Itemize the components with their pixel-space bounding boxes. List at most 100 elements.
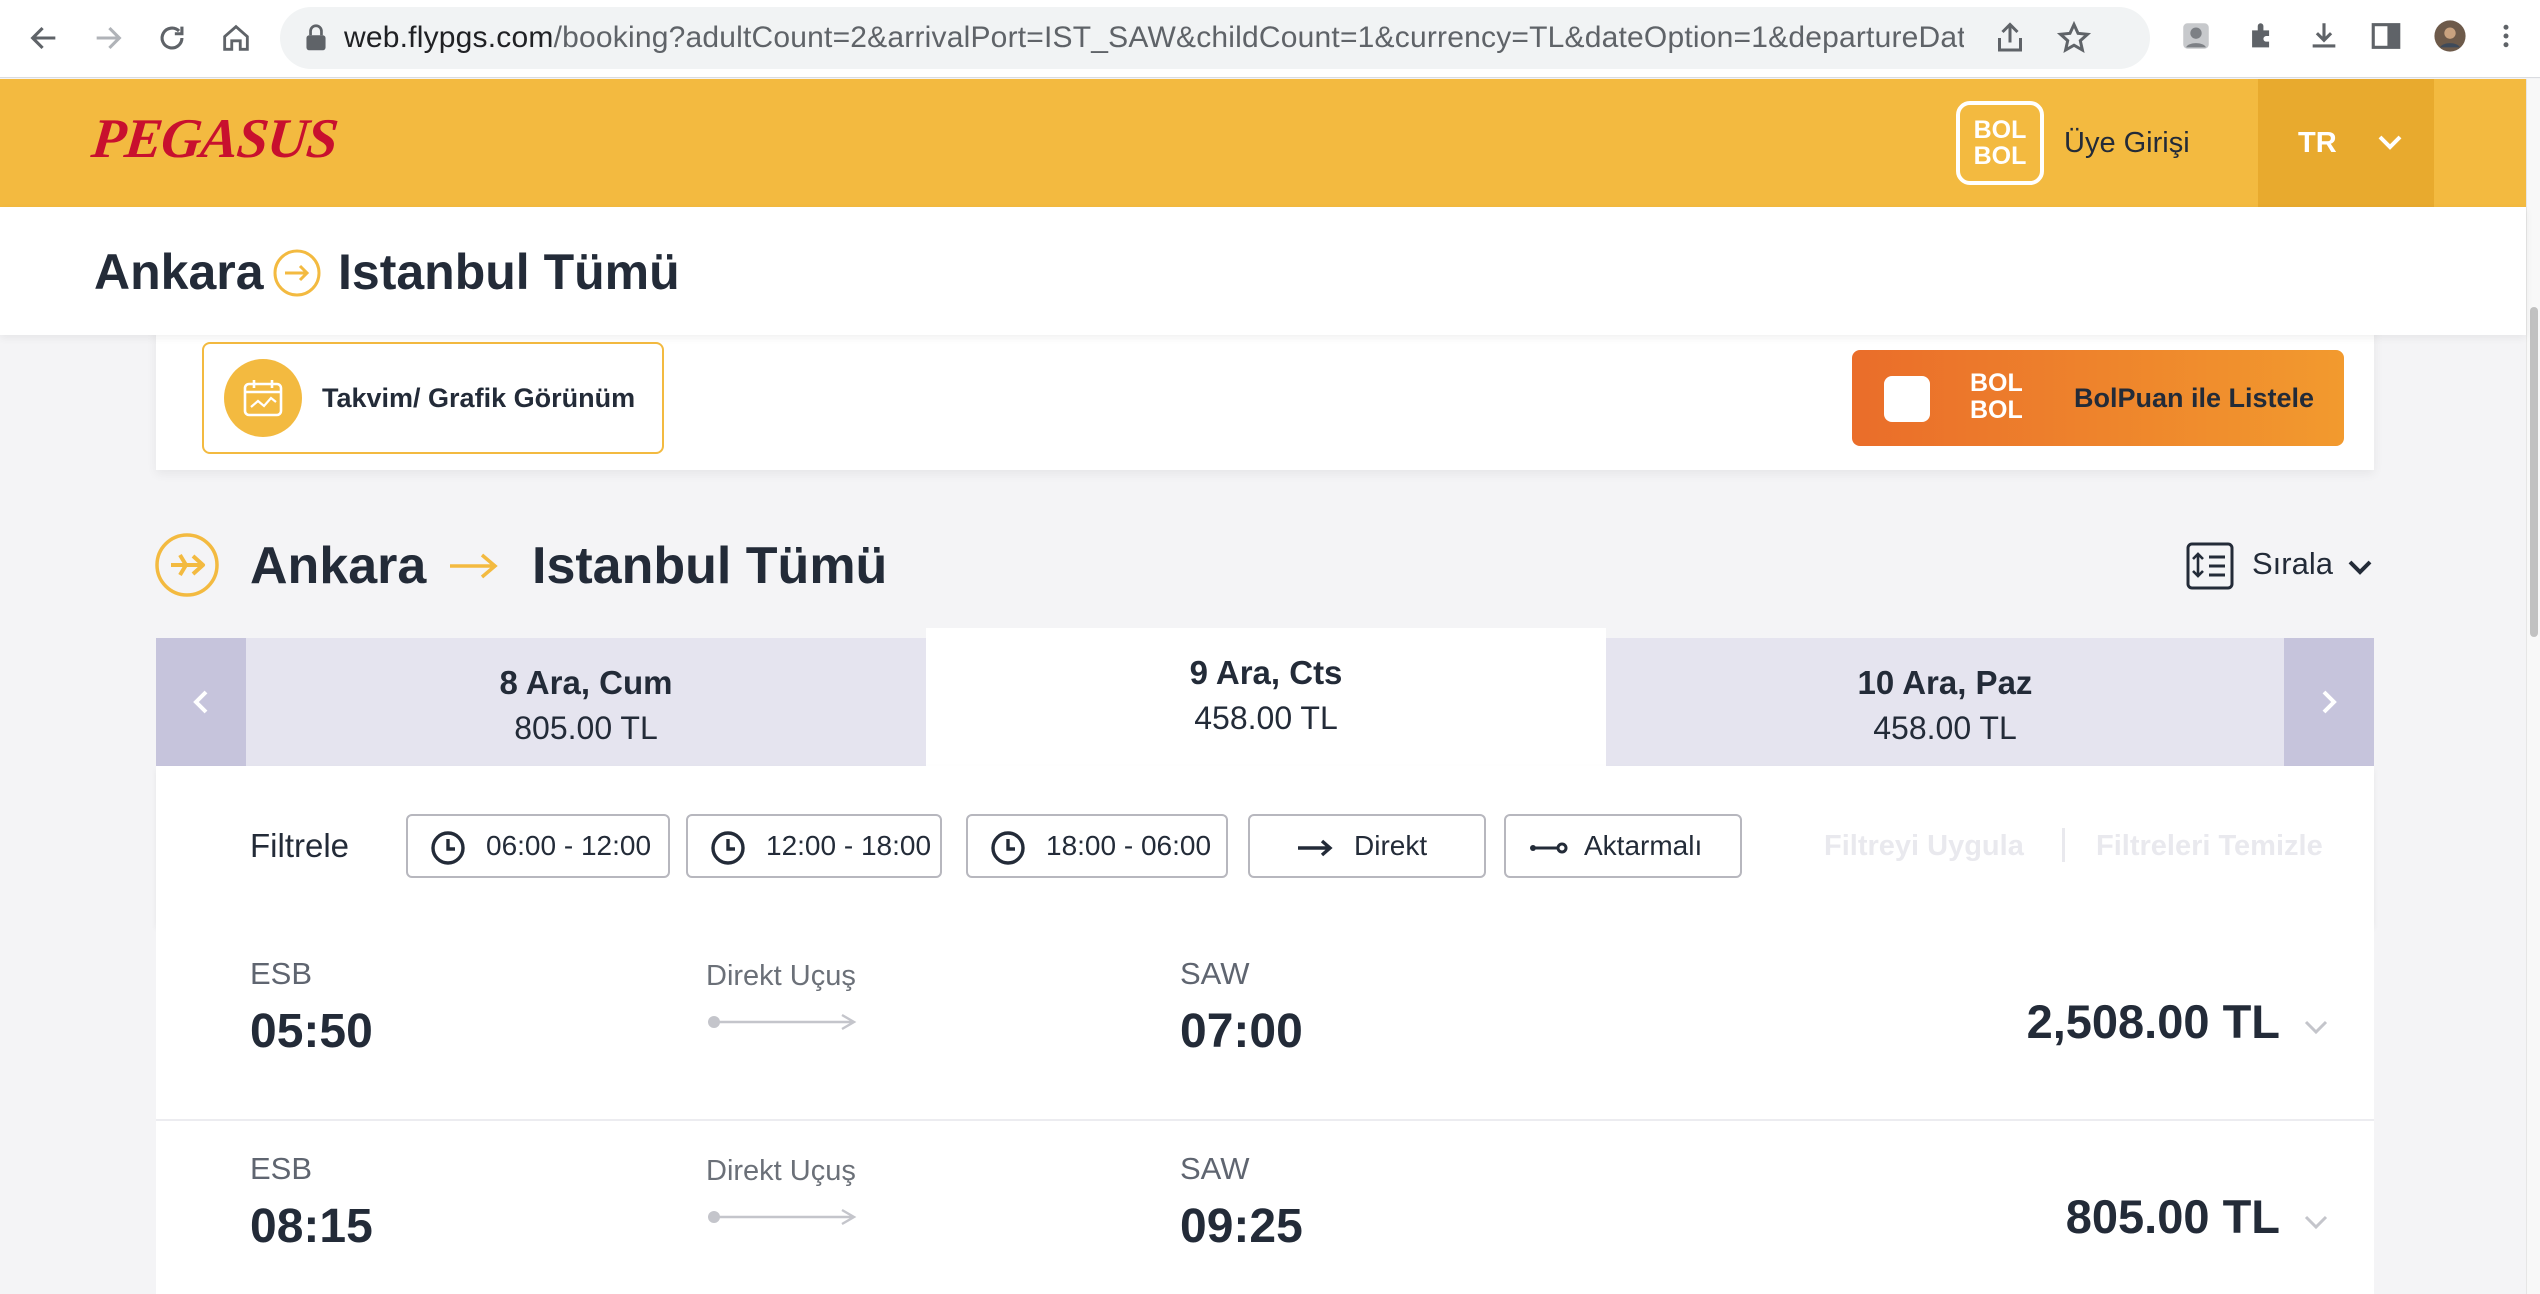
date-tab-price: 458.00 TL: [1873, 710, 2017, 746]
address-bar[interactable]: web.flypgs.com/booking?adultCount=2&arri…: [280, 7, 2150, 69]
direct-flight-line-icon: [708, 1208, 857, 1226]
date-tab-date: 8 Ara, Cum: [499, 664, 673, 701]
bookmark-star-icon[interactable]: [2056, 20, 2092, 56]
share-icon[interactable]: [1992, 20, 2028, 56]
flight-row[interactable]: ESB 05:50 Direkt Uçuş SAW 07:00 2,508.00…: [156, 926, 2374, 1120]
expand-chevron-icon[interactable]: [2302, 1016, 2330, 1038]
previous-date-button[interactable]: [156, 638, 246, 766]
extensions-puzzle-icon[interactable]: [2242, 16, 2282, 56]
filter-evening-chip[interactable]: 18:00 - 06:00: [966, 814, 1228, 878]
filter-afternoon-chip[interactable]: 12:00 - 18:00: [686, 814, 942, 878]
site-header: PEGASUS BOL BOL Üye Girişi TR: [0, 79, 2526, 207]
chevron-down-icon: [2378, 135, 2402, 150]
section-origin: Ankara: [250, 537, 427, 595]
departure-time: 05:50: [250, 1005, 373, 1058]
bolbol-small-logo: BOL BOL: [1970, 370, 2023, 424]
back-arrow-icon[interactable]: [20, 14, 68, 62]
user-avatar-icon[interactable]: [2430, 16, 2470, 56]
next-date-button[interactable]: [2284, 638, 2374, 766]
download-icon[interactable]: [2304, 16, 2344, 56]
home-icon[interactable]: [212, 14, 260, 62]
date-tab-prev[interactable]: 8 Ara, Cum 805.00 TL: [246, 638, 926, 766]
chevron-left-icon: [193, 690, 208, 714]
calendar-view-label: Takvim/ Grafik Görünüm: [322, 383, 636, 413]
browser-menu-icon[interactable]: [2494, 16, 2518, 56]
language-selector[interactable]: TR: [2258, 79, 2434, 207]
reload-icon[interactable]: [148, 14, 196, 62]
section-destination: Istanbul Tümü: [532, 537, 888, 595]
direct-flight-line-icon: [708, 1013, 857, 1031]
date-tab-price: 458.00 TL: [1194, 700, 1338, 736]
side-panel-icon[interactable]: [2366, 16, 2406, 56]
url-host: web.flypgs.com: [344, 21, 554, 54]
arrival-time: 07:00: [1180, 1005, 1303, 1058]
date-tab-date: 10 Ara, Paz: [1857, 664, 2033, 701]
clock-icon: [991, 831, 1025, 865]
direct-arrow-icon: [1298, 839, 1333, 857]
filter-chip-label: 12:00 - 18:00: [766, 830, 932, 861]
arrival-time: 09:25: [1180, 1200, 1303, 1253]
route-summary-bar: Ankara Istanbul Tümü: [0, 207, 2526, 335]
calendar-chart-icon: [224, 359, 302, 437]
flight-type: Direkt Uçuş: [706, 960, 856, 992]
filter-morning-chip[interactable]: 06:00 - 12:00: [406, 814, 670, 878]
clock-icon: [431, 831, 465, 865]
clear-filters-link[interactable]: Filtreleri Temizle: [2096, 766, 2323, 926]
date-selector: 8 Ara, Cum 805.00 TL 9 Ara, Cts 458.00 T…: [156, 628, 2374, 766]
flight-row[interactable]: ESB 08:15 Direkt Uçuş SAW 09:25 805.00 T…: [156, 1121, 2374, 1294]
sort-list-icon[interactable]: [2186, 542, 2234, 590]
date-tab-date: 9 Ara, Cts: [1189, 654, 1343, 691]
member-login-link[interactable]: Üye Girişi: [2064, 79, 2190, 207]
bolbol-logo-bottom: BOL: [1973, 142, 2027, 170]
flight-price: 805.00 TL: [2065, 1190, 2280, 1243]
filter-bar: Filtrele 06:00 - 12:00 12:00 - 18:00 18:…: [156, 766, 2374, 926]
bolpuan-label: BolPuan ile Listele: [2074, 383, 2315, 413]
departure-airport: ESB: [250, 956, 313, 991]
calendar-view-button[interactable]: Takvim/ Grafik Görünüm: [202, 342, 664, 454]
filter-direct-chip[interactable]: Direkt: [1248, 814, 1486, 878]
filter-chip-label: 18:00 - 06:00: [1046, 830, 1212, 861]
date-tab-selected[interactable]: 9 Ara, Cts 458.00 TL: [926, 628, 1606, 766]
filter-connecting-chip[interactable]: Aktarmalı: [1504, 814, 1742, 878]
profile-extension-icon[interactable]: [2176, 16, 2216, 56]
chevron-right-icon: [2322, 690, 2337, 714]
bolpuan-list-button[interactable]: BOL BOL BolPuan ile Listele: [1852, 350, 2344, 446]
filter-chip-label: Aktarmalı: [1584, 830, 1703, 861]
apply-filter-link[interactable]: Filtreyi Uygula: [1824, 766, 2024, 926]
arrival-airport: SAW: [1180, 1151, 1250, 1186]
route-origin: Ankara: [94, 244, 264, 300]
filter-divider: [2062, 828, 2065, 862]
clock-icon: [711, 831, 745, 865]
bolpuan-checkbox[interactable]: [1884, 376, 1930, 422]
pegasus-logo[interactable]: PEGASUS: [89, 107, 341, 171]
plane-icon: [155, 533, 219, 597]
connecting-route-icon: [1530, 842, 1568, 854]
sort-label[interactable]: Sırala: [2252, 546, 2333, 582]
flight-price: 2,508.00 TL: [2026, 995, 2280, 1048]
arrow-circle-icon: [273, 249, 321, 297]
arrow-right-icon: [450, 553, 498, 579]
departure-time: 08:15: [250, 1200, 373, 1253]
departure-airport: ESB: [250, 1151, 313, 1186]
page-scrollbar[interactable]: [2526, 79, 2540, 1294]
language-code: TR: [2298, 127, 2337, 159]
forward-arrow-icon[interactable]: [84, 14, 132, 62]
bolbol-small-logo-top: BOL: [1970, 369, 2023, 397]
filter-title: Filtrele: [250, 827, 350, 864]
flight-type: Direkt Uçuş: [706, 1155, 856, 1187]
lock-icon: [306, 24, 326, 51]
arrival-airport: SAW: [1180, 956, 1250, 991]
date-tab-price: 805.00 TL: [514, 710, 658, 746]
url-text: web.flypgs.com/booking?adultCount=2&arri…: [344, 7, 1964, 69]
filter-chip-label: 06:00 - 12:00: [486, 830, 652, 861]
scrollbar-thumb[interactable]: [2530, 307, 2538, 637]
browser-toolbar: web.flypgs.com/booking?adultCount=2&arri…: [0, 0, 2540, 78]
sort-chevron-down-icon[interactable]: [2346, 556, 2374, 578]
bolbol-logo[interactable]: BOL BOL: [1956, 101, 2044, 185]
url-path: /booking?adultCount=2&arrivalPort=IST_SA…: [553, 21, 1964, 54]
route-destination: Istanbul Tümü: [338, 244, 680, 300]
bolbol-small-logo-bottom: BOL: [1970, 396, 2023, 424]
date-tab-next[interactable]: 10 Ara, Paz 458.00 TL: [1606, 638, 2284, 766]
expand-chevron-icon[interactable]: [2302, 1211, 2330, 1233]
filter-chip-label: Direkt: [1354, 830, 1428, 861]
